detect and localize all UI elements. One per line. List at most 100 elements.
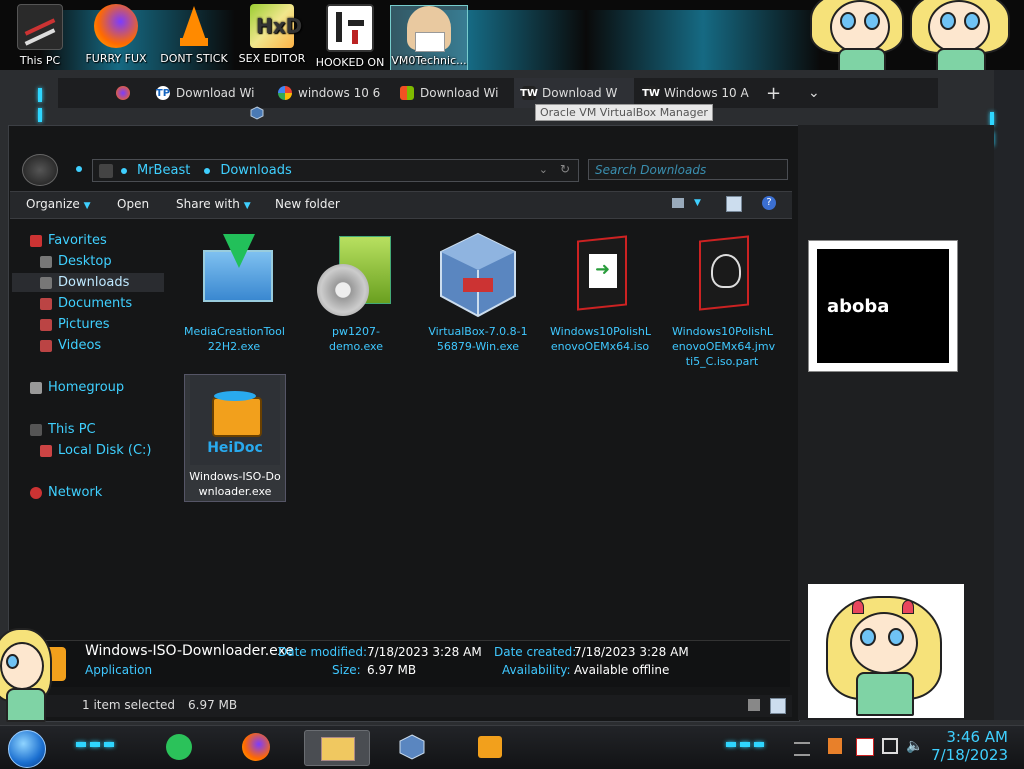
frame-accent xyxy=(38,88,42,102)
nav-label: Network xyxy=(48,485,103,500)
help-icon[interactable]: ? xyxy=(762,196,776,210)
videos-folder-icon xyxy=(40,339,52,352)
computer-icon xyxy=(17,4,63,50)
file-name: enovoOEMx64.iso xyxy=(550,340,650,353)
desktop-icon-hooked-on[interactable]: HOOKED ON xyxy=(312,4,388,69)
nav-homegroup[interactable]: Homegroup xyxy=(30,378,182,397)
folder-icon xyxy=(99,163,113,178)
share-with-button[interactable]: Share with ▼ xyxy=(176,197,251,211)
file-item[interactable]: pw1207-demo.exe xyxy=(306,230,406,354)
breadcrumb-downloads[interactable]: Downloads xyxy=(220,163,291,178)
tab-download-1[interactable]: TP Download Wi xyxy=(148,78,268,108)
heidoc-downloader-icon: HeiDoc xyxy=(190,375,280,465)
chevron-down-icon[interactable]: ⌄ xyxy=(539,163,548,176)
notes-app-icon xyxy=(166,734,192,760)
share-with-label: Share with xyxy=(176,197,240,211)
nav-label: Desktop xyxy=(58,254,112,269)
taskbar-file-explorer[interactable] xyxy=(304,730,370,766)
new-folder-button[interactable]: New folder xyxy=(275,197,340,211)
virtualbox-small-icon[interactable] xyxy=(250,105,264,120)
taskbar-accent xyxy=(76,742,86,747)
nav-network[interactable]: Network xyxy=(30,483,182,502)
tab-label: Download Wi xyxy=(420,86,499,100)
taskbar-heidoc[interactable] xyxy=(458,730,522,764)
taskbar-accent xyxy=(726,742,736,747)
floating-window[interactable]: aboba xyxy=(808,240,958,372)
nav-label: Pictures xyxy=(58,317,110,332)
refresh-icon[interactable]: ↻ xyxy=(560,162,570,176)
chevron-down-icon: ▼ xyxy=(243,201,251,211)
nav-favorites[interactable]: Favorites xyxy=(30,231,182,250)
start-button[interactable] xyxy=(8,730,46,768)
desktop-folder-icon xyxy=(40,255,52,268)
action-center-flag-icon[interactable] xyxy=(856,738,874,756)
clock-date: 7/18/2023 xyxy=(931,746,1008,764)
file-name: ti5_C.iso.part xyxy=(685,355,759,368)
chevron-down-icon: ▼ xyxy=(83,201,91,211)
desktop-icon-furry-fux[interactable]: FURRY FUX xyxy=(78,4,154,65)
file-item[interactable]: ➜ Windows10PolishL enovoOEMx64.iso xyxy=(550,230,651,354)
tray-app-icon[interactable] xyxy=(828,738,842,754)
network-icon[interactable] xyxy=(882,738,898,754)
file-item[interactable]: MediaCreationTool 22H2.exe xyxy=(184,230,285,354)
desktop-icon-label: SEX EDITOR xyxy=(238,52,306,65)
desktop-icon-label: HOOKED ON xyxy=(315,56,385,69)
tab-google-search[interactable]: windows 10 6 xyxy=(270,78,390,108)
clock[interactable]: 3:46 AM 7/18/2023 xyxy=(931,728,1008,764)
chevron-down-icon[interactable]: ▼ xyxy=(694,198,701,208)
browser-tabbar: TP Download Wi windows 10 6 Download Wi … xyxy=(58,78,938,108)
command-bar: Organize ▼ Open Share with ▼ New folder … xyxy=(10,191,792,219)
tab-firefox[interactable] xyxy=(108,78,146,108)
view-options-icon[interactable] xyxy=(672,198,684,208)
taskbar-accent xyxy=(740,742,750,747)
media-creation-tool-icon xyxy=(189,230,279,320)
details-label: Size: xyxy=(332,663,361,677)
large-icons-view-icon[interactable] xyxy=(770,698,786,714)
back-forward-orb[interactable] xyxy=(22,154,58,186)
taskbar-accent xyxy=(104,742,114,747)
organize-button[interactable]: Organize ▼ xyxy=(26,197,91,211)
frame-accent xyxy=(990,112,994,126)
address-bar[interactable]: MrBeast Downloads ⌄ ↻ xyxy=(92,159,579,182)
floating-window-content: aboba xyxy=(817,249,949,363)
heidoc-logo-text: HeiDoc xyxy=(207,440,263,456)
desktop-icon-vm0technic[interactable]: VM0Technic... xyxy=(390,5,468,71)
recent-locations-dot[interactable] xyxy=(76,166,82,172)
details-view-icon[interactable] xyxy=(748,699,760,711)
tab-label: windows 10 6 xyxy=(298,86,381,100)
breadcrumb-mrbeast[interactable]: MrBeast xyxy=(137,163,190,178)
breadcrumb-separator xyxy=(204,167,211,174)
desktop-icon-sex-editor[interactable]: HxD SEX EDITOR xyxy=(234,4,310,65)
file-item-selected[interactable]: HeiDoc Windows-ISO-Do wnloader.exe xyxy=(184,374,286,502)
menu-lines-icon[interactable] xyxy=(794,742,810,756)
google-icon xyxy=(278,86,292,100)
tab-label: Download W xyxy=(542,86,618,100)
taskbar-notes-app[interactable] xyxy=(150,730,214,764)
file-item[interactable]: Windows10PolishL enovoOEMx64.jmv ti5_C.i… xyxy=(672,230,776,369)
homegroup-icon xyxy=(30,381,42,394)
cartoon-character xyxy=(810,0,910,74)
search-input[interactable]: Search Downloads xyxy=(588,159,788,180)
volume-icon[interactable]: 🔈 xyxy=(906,738,923,754)
desktop-icon-dont-stick[interactable]: DONT STICK xyxy=(156,4,232,65)
tweakers-icon: TW xyxy=(642,86,660,100)
taskbar-firefox[interactable] xyxy=(224,730,288,764)
tab-list-button[interactable]: ⌄ xyxy=(800,78,836,108)
hxd-editor-icon: HxD xyxy=(250,4,302,48)
clock-time: 3:46 AM xyxy=(946,728,1008,746)
details-size: 6.97 MB xyxy=(367,663,417,677)
new-tab-button[interactable]: + xyxy=(758,78,794,108)
status-bar: ms 1 item selected 6.97 MB xyxy=(10,695,792,717)
file-item[interactable]: VirtualBox-7.0.8-1 56879-Win.exe xyxy=(428,230,528,354)
taskbar-virtualbox[interactable] xyxy=(380,730,444,764)
nav-downloads[interactable]: Downloads xyxy=(12,273,164,292)
nav-this-pc[interactable]: This PC xyxy=(30,420,182,439)
details-date-modified: 7/18/2023 3:28 AM xyxy=(367,645,482,659)
installer-box-icon xyxy=(311,230,401,320)
desktop-icon-this-pc[interactable]: This PC xyxy=(2,4,78,67)
open-button[interactable]: Open xyxy=(117,197,149,211)
preview-pane-icon[interactable] xyxy=(726,196,742,212)
file-name: enovoOEMx64.jmv xyxy=(672,340,776,353)
tab-download-2[interactable]: Download Wi xyxy=(392,78,512,108)
file-name: pw1207-demo.exe xyxy=(328,325,383,353)
